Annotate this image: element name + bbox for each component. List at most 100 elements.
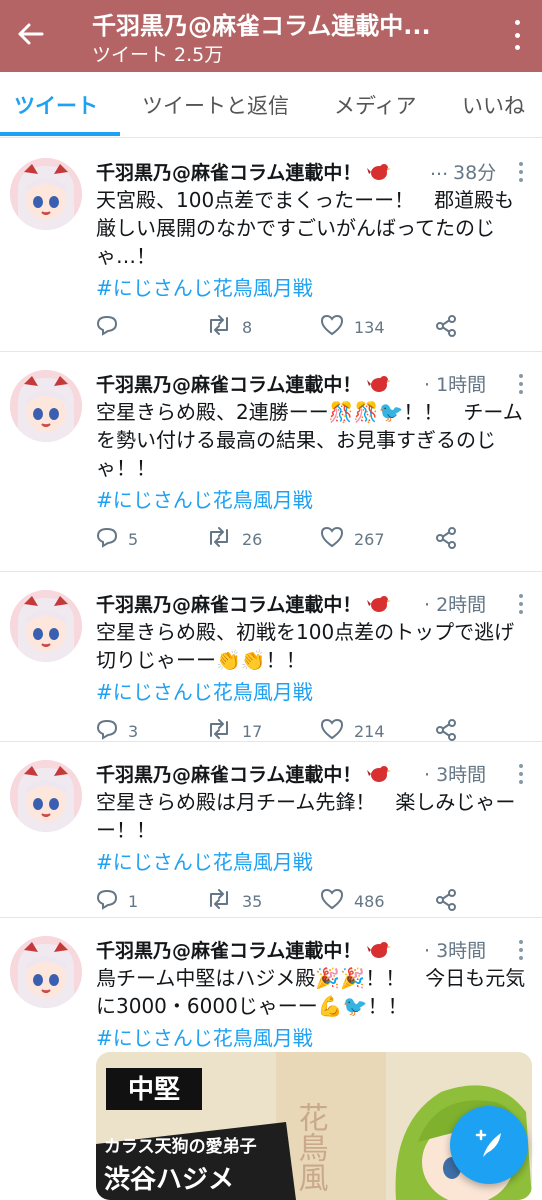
tweet-menu-icon[interactable] bbox=[518, 162, 524, 182]
like-count: 134 bbox=[354, 317, 385, 337]
bird-emoji-icon bbox=[367, 764, 392, 784]
tweet-time: · 2時間 bbox=[424, 594, 487, 616]
bird-emoji-icon bbox=[367, 374, 392, 394]
avatar[interactable] bbox=[10, 590, 82, 662]
like-button[interactable]: 267 bbox=[320, 526, 385, 552]
retweet-count: 17 bbox=[242, 721, 263, 741]
tweet-text: 鳥チーム中堅はハジメ殿🎉🎉！！ 今日も元気に3000・6000じゃーー💪🐦！！ bbox=[96, 966, 526, 1018]
retweet-icon bbox=[206, 314, 242, 340]
author-name-text: 千羽黒乃@麻雀コラム連載中！ bbox=[96, 940, 362, 962]
media-name: 渋谷ハジメ bbox=[104, 1165, 234, 1195]
more-options-icon[interactable] bbox=[510, 20, 524, 50]
tweet-actions: 1 35 486 bbox=[96, 888, 526, 916]
author-name-text: 千羽黒乃@麻雀コラム連載中！ bbox=[96, 162, 362, 184]
hashtag-link[interactable]: #にじさんじ花鳥風月戦 bbox=[96, 1022, 313, 1051]
like-button[interactable]: 486 bbox=[320, 888, 385, 914]
author-name[interactable]: 千羽黒乃@麻雀コラム連載中！ bbox=[96, 590, 392, 617]
retweet-count: 8 bbox=[242, 317, 253, 337]
profile-tabs: ツイート ツイートと返信 メディア いいね bbox=[0, 72, 542, 138]
tweet-text: 空星きらめ殿、初戦を100点差のトップで逃げ切りじゃーー👏👏！！ bbox=[96, 620, 515, 672]
tweet[interactable]: 千羽黒乃@麻雀コラム連載中！ · 2時間空星きらめ殿、初戦を100点差のトップで逃… bbox=[0, 571, 542, 741]
tweet[interactable]: 千羽黒乃@麻雀コラム連載中！... 38分天宮殿、100点差でまくったーー！ 郡道… bbox=[0, 140, 542, 350]
active-tab-indicator bbox=[0, 132, 120, 136]
like-button[interactable]: 134 bbox=[320, 314, 385, 340]
retweet-count: 26 bbox=[242, 529, 263, 549]
tab-likes[interactable]: いいね bbox=[462, 90, 525, 120]
tweet-time: · 3時間 bbox=[424, 940, 487, 962]
reply-icon bbox=[96, 314, 128, 340]
tweet-time: 38分 bbox=[453, 162, 497, 184]
avatar[interactable] bbox=[10, 760, 82, 832]
like-count: 267 bbox=[354, 529, 385, 549]
avatar[interactable] bbox=[10, 936, 82, 1008]
name-ellipsis: ... bbox=[430, 158, 449, 180]
tweet-text: 天宮殿、100点差でまくったーー！ 郡道殿も厳しい展開のなかですごいがんばってた… bbox=[96, 188, 515, 268]
tweet[interactable]: 千羽黒乃@麻雀コラム連載中！ · 3時間空星きらめ殿は月チーム先鋒！ 楽しみじゃー… bbox=[0, 741, 542, 916]
tab-tweets[interactable]: ツイート bbox=[14, 90, 98, 120]
reply-count: 1 bbox=[128, 891, 139, 911]
hashtag-link[interactable]: #にじさんじ花鳥風月戦 bbox=[96, 676, 313, 705]
like-count: 214 bbox=[354, 721, 385, 741]
tweet-text: 空星きらめ殿、2連勝ーー🎊🎊🐦！！ チームを勢い付ける最高の結果、お見事すぎるの… bbox=[96, 400, 523, 480]
compose-tweet-button[interactable] bbox=[450, 1106, 528, 1184]
author-name[interactable]: 千羽黒乃@麻雀コラム連載中！ bbox=[96, 936, 392, 963]
bird-emoji-icon bbox=[367, 940, 392, 960]
author-name-text: 千羽黒乃@麻雀コラム連載中！ bbox=[96, 594, 362, 616]
like-icon bbox=[320, 526, 354, 552]
tab-tweets-and-replies[interactable]: ツイートと返信 bbox=[142, 90, 289, 120]
share-icon bbox=[434, 314, 468, 342]
hashtag-link[interactable]: #にじさんじ花鳥風月戦 bbox=[96, 484, 313, 513]
bird-emoji-icon bbox=[367, 162, 392, 182]
tweet[interactable]: 千羽黒乃@麻雀コラム連載中！ · 1時間空星きらめ殿、2連勝ーー🎊🎊🐦！！ チーム… bbox=[0, 351, 542, 566]
share-button[interactable] bbox=[434, 314, 468, 342]
tweet-time: · 1時間 bbox=[424, 374, 487, 396]
author-name[interactable]: 千羽黒乃@麻雀コラム連載中！ bbox=[96, 760, 392, 787]
author-name-text: 千羽黒乃@麻雀コラム連載中！ bbox=[96, 764, 362, 786]
share-button[interactable] bbox=[434, 888, 468, 916]
media-side-text: 花鳥風 bbox=[293, 1102, 328, 1192]
reply-button[interactable]: 1 bbox=[96, 888, 138, 914]
share-icon bbox=[434, 888, 468, 916]
feather-plus-icon bbox=[475, 1129, 501, 1157]
tweet-menu-icon[interactable] bbox=[518, 594, 524, 614]
retweet-icon bbox=[206, 526, 242, 552]
retweet-count: 35 bbox=[242, 891, 263, 911]
hashtag-link[interactable]: #にじさんじ花鳥風月戦 bbox=[96, 846, 313, 875]
author-name-text: 千羽黒乃@麻雀コラム連載中！ bbox=[96, 374, 362, 396]
retweet-button[interactable]: 26 bbox=[206, 526, 262, 552]
tweet-menu-icon[interactable] bbox=[518, 764, 524, 784]
hashtag-link[interactable]: #にじさんじ花鳥風月戦 bbox=[96, 272, 313, 301]
tweet-menu-icon[interactable] bbox=[518, 374, 524, 394]
tweet-menu-icon[interactable] bbox=[518, 940, 524, 960]
avatar[interactable] bbox=[10, 370, 82, 442]
tab-media[interactable]: メディア bbox=[334, 90, 417, 120]
author-name[interactable]: 千羽黒乃@麻雀コラム連載中！ bbox=[96, 158, 392, 185]
author-name[interactable]: 千羽黒乃@麻雀コラム連載中！ bbox=[96, 370, 392, 397]
retweet-button[interactable]: 35 bbox=[206, 888, 262, 914]
share-icon bbox=[434, 526, 468, 554]
reply-button[interactable] bbox=[96, 314, 128, 340]
tweet-actions: 8 134 bbox=[96, 314, 526, 342]
like-icon bbox=[320, 888, 354, 914]
media-caption: カラス天狗の愛弟子 bbox=[104, 1136, 257, 1157]
tweet-count: ツイート 2.5万 bbox=[92, 44, 224, 66]
reply-button[interactable]: 5 bbox=[96, 526, 138, 552]
like-count: 486 bbox=[354, 891, 385, 911]
tweet-text: 空星きらめ殿は月チーム先鋒！ 楽しみじゃーー！！ bbox=[96, 790, 516, 842]
tweet-actions: 5 26 267 bbox=[96, 526, 526, 554]
retweet-button[interactable]: 8 bbox=[206, 314, 252, 340]
profile-title: 千羽黒乃@麻雀コラム連載中... bbox=[92, 12, 431, 40]
tweet-time: · 3時間 bbox=[424, 764, 487, 786]
app-header: 千羽黒乃@麻雀コラム連載中... ツイート 2.5万 bbox=[0, 0, 542, 72]
reply-count: 3 bbox=[128, 721, 139, 741]
share-button[interactable] bbox=[434, 526, 468, 554]
reply-icon bbox=[96, 526, 128, 552]
like-icon bbox=[320, 314, 354, 340]
bird-emoji-icon bbox=[367, 594, 392, 614]
avatar[interactable] bbox=[10, 158, 82, 230]
media-badge: 中堅 bbox=[128, 1075, 180, 1105]
back-arrow-icon[interactable] bbox=[14, 16, 46, 52]
retweet-icon bbox=[206, 888, 242, 914]
reply-icon bbox=[96, 888, 128, 914]
reply-count: 5 bbox=[128, 529, 139, 549]
